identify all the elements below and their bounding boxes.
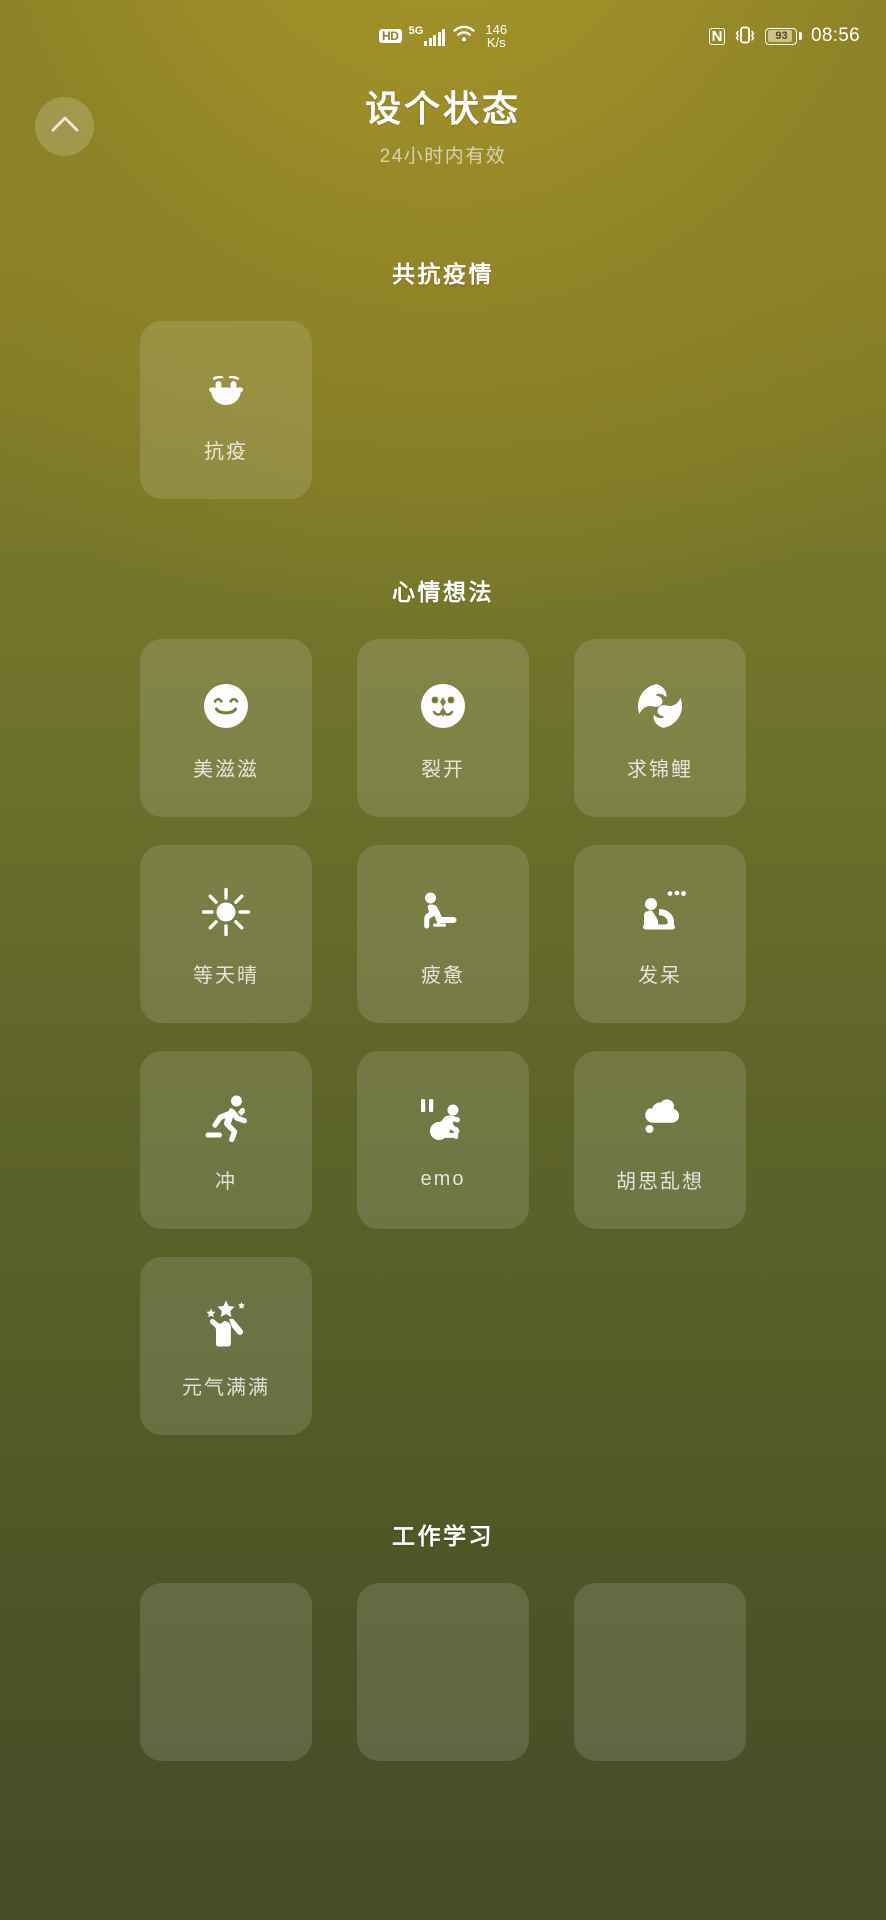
koi-fish-icon [629,675,691,737]
signal-bars-icon [424,29,446,46]
vibrate-icon [734,25,756,48]
status-tile[interactable]: 抗疫 [140,321,312,499]
page-header: 设个状态 24小时内有效 [0,86,886,168]
status-tile[interactable]: 求锦鲤 [574,639,746,817]
network-type-label: 5G [408,25,424,37]
status-tile-label: 发呆 [638,964,682,987]
sun-icon [195,881,257,943]
status-tile[interactable] [574,1583,746,1761]
status-tile[interactable]: 美滋滋 [140,639,312,817]
battery-percent-label: 93 [775,30,788,42]
status-tile[interactable]: emo [357,1051,529,1229]
status-tile[interactable] [357,1583,529,1761]
status-bar-left: HD 5G 146 K/s [378,23,507,49]
tile-grid [0,1583,886,1761]
face-mask-icon [195,357,257,419]
section-title: 工作学习 [392,1523,494,1549]
status-tile-label: 胡思乱想 [616,1170,704,1193]
nfc-icon: N [708,27,726,45]
status-bar-right: N 93 08:56 [708,25,860,48]
page-title: 设个状态 [364,88,521,129]
clock-label: 08:56 [810,25,860,46]
status-tile[interactable]: 胡思乱想 [574,1051,746,1229]
status-tile[interactable]: 冲 [140,1051,312,1229]
smiley-face-icon [195,675,257,737]
section-title: 心情想法 [392,579,494,605]
status-sections: 共抗疫情 抗疫 心情想法 美滋滋 裂开 求锦鲤 等天晴 疲惫 发呆 冲 emo … [0,255,886,1761]
status-tile[interactable]: 裂开 [357,639,529,817]
crouching-person-icon [412,1090,474,1152]
status-tile-label: 求锦鲤 [627,758,693,781]
status-tile-label: 美滋滋 [193,758,259,781]
status-tile[interactable]: 等天晴 [140,845,312,1023]
status-tile[interactable]: 元气满满 [140,1257,312,1435]
status-tile-label: 冲 [215,1170,237,1193]
network-speed-indicator: 146 K/s [485,23,507,49]
section-mood: 心情想法 美滋滋 裂开 求锦鲤 等天晴 疲惫 发呆 冲 emo 胡思乱想 元气满… [0,573,886,1435]
section-title: 共抗疫情 [392,261,494,287]
wifi-icon [452,24,476,49]
section-work-study: 工作学习 [0,1517,886,1761]
network-speed-unit: K/s [486,35,506,50]
section-epidemic: 共抗疫情 抗疫 [0,255,886,499]
daydream-person-icon [629,881,691,943]
status-tile-label: emo [420,1167,466,1190]
tile-grid: 抗疫 [0,321,886,499]
status-bar: HD 5G 146 K/s N 93 08:56 [0,0,886,72]
tile-grid: 美滋滋 裂开 求锦鲤 等天晴 疲惫 发呆 冲 emo 胡思乱想 元气满满 [0,639,886,1435]
battery-icon: 93 [765,27,802,45]
cellular-signal-icon: 5G [409,26,446,46]
status-tile[interactable]: 发呆 [574,845,746,1023]
status-tile[interactable]: 疲惫 [357,845,529,1023]
status-tile-label: 元气满满 [182,1376,270,1399]
sparkle-person-icon [195,1293,257,1355]
status-tile-label: 裂开 [421,758,465,781]
status-tile-label: 抗疫 [204,440,248,463]
status-tile-label: 疲惫 [421,964,465,987]
hd-icon: HD [378,28,402,44]
thought-bubble-icon [629,1087,691,1149]
status-picker-screen: HD 5G 146 K/s N 93 08:56 设个状态 24小时内有效 共抗… [0,0,886,1920]
status-tile[interactable] [140,1583,312,1761]
tired-person-icon [412,881,474,943]
page-subtitle: 24小时内有效 [379,146,507,167]
cracked-face-icon [412,675,474,737]
running-person-icon [195,1087,257,1149]
status-tile-label: 等天晴 [193,964,259,987]
